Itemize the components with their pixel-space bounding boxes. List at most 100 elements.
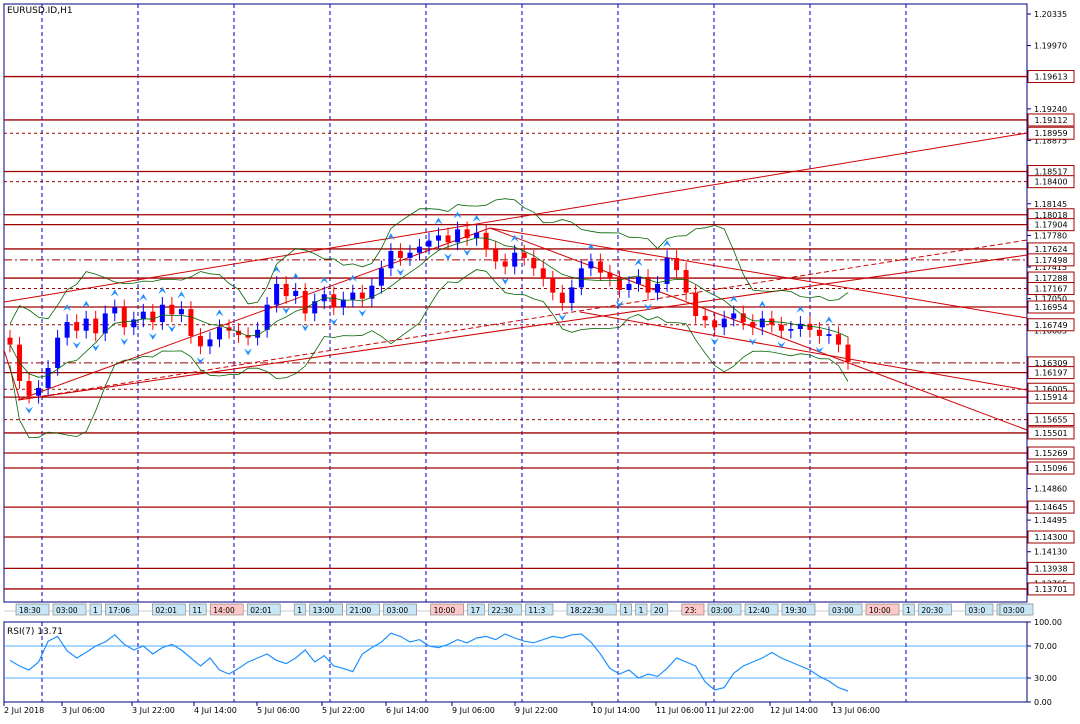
time-tag-label: 18:30 — [19, 606, 41, 615]
time-tag-label: 21:00 — [350, 606, 372, 615]
candle-body[interactable] — [359, 292, 365, 299]
candle-body[interactable] — [197, 335, 203, 347]
candle-body[interactable] — [140, 311, 146, 320]
fractal-down-marker — [25, 406, 34, 414]
trendline[interactable] — [489, 227, 1028, 319]
candle-body[interactable] — [578, 268, 584, 288]
candle-body[interactable] — [169, 304, 175, 315]
candle-body[interactable] — [455, 229, 461, 243]
candle-body[interactable] — [588, 261, 594, 269]
candle-body[interactable] — [597, 261, 603, 273]
candle-body[interactable] — [64, 322, 70, 338]
candle-body[interactable] — [540, 268, 546, 279]
candle-body[interactable] — [388, 251, 394, 269]
price-tick-label: 1.20335 — [1034, 10, 1067, 19]
candle-body[interactable] — [36, 387, 42, 396]
candle-body[interactable] — [655, 283, 661, 293]
candle-body[interactable] — [407, 252, 413, 258]
candle-body[interactable] — [521, 252, 527, 258]
candle-body[interactable] — [693, 292, 699, 316]
candle-body[interactable] — [302, 290, 308, 314]
candle-body[interactable] — [217, 327, 222, 340]
candle-body[interactable] — [835, 334, 841, 345]
fractal-down-marker — [301, 324, 310, 332]
time-axis-label: 3 Jul 22:00 — [132, 706, 175, 715]
candle-body[interactable] — [83, 318, 89, 331]
candle-body[interactable] — [350, 292, 356, 300]
candle-body[interactable] — [569, 287, 575, 303]
candle-body[interactable] — [188, 309, 194, 336]
fractal-up-marker — [291, 273, 300, 280]
candle-body[interactable] — [264, 304, 270, 330]
candle-body[interactable] — [531, 257, 537, 269]
candle-body[interactable] — [74, 322, 80, 331]
candle-body[interactable] — [845, 344, 851, 362]
candle-body[interactable] — [331, 294, 337, 308]
candle-body[interactable] — [112, 307, 118, 314]
trendline[interactable] — [579, 311, 1028, 391]
candle-body[interactable] — [750, 322, 756, 328]
candle-body[interactable] — [178, 309, 184, 315]
candle-body[interactable] — [816, 329, 822, 336]
candle-body[interactable] — [150, 311, 156, 323]
fractal-up-marker — [272, 266, 281, 274]
candle-body[interactable] — [445, 235, 451, 243]
candle-body[interactable] — [636, 277, 641, 284]
level-price-label: 1.18959 — [1034, 129, 1067, 138]
trendline[interactable] — [489, 227, 1028, 431]
fractal-up-marker — [824, 316, 833, 324]
candle-body[interactable] — [436, 235, 442, 241]
candle-body[interactable] — [159, 304, 165, 323]
candle-body[interactable] — [26, 381, 32, 396]
candle-body[interactable] — [55, 337, 61, 368]
candle-body[interactable] — [283, 283, 289, 297]
candle-body[interactable] — [483, 232, 489, 250]
level-price-label: 1.15501 — [1034, 429, 1067, 438]
candle-body[interactable] — [674, 257, 680, 271]
fractal-down-marker — [72, 341, 81, 349]
candle-body[interactable] — [626, 283, 632, 290]
candle-body[interactable] — [397, 251, 403, 258]
candle-body[interactable] — [826, 334, 832, 336]
candle-body[interactable] — [721, 318, 727, 328]
level-price-label: 1.17167 — [1034, 285, 1067, 294]
candle-body[interactable] — [474, 232, 480, 238]
candle-body[interactable] — [207, 339, 213, 347]
rsi-frame — [3, 621, 1028, 703]
candle-body[interactable] — [293, 290, 299, 297]
time-tag-label: 22:30 — [491, 606, 513, 615]
candle-body[interactable] — [559, 292, 565, 303]
candle-body[interactable] — [683, 270, 689, 293]
rsi-tick-label: 70.00 — [1034, 642, 1057, 651]
candle-body[interactable] — [464, 229, 470, 238]
candle-body[interactable] — [45, 368, 51, 388]
candle-body[interactable] — [7, 337, 13, 345]
candle-body[interactable] — [788, 329, 794, 331]
candle-body[interactable] — [702, 316, 708, 321]
candle-body[interactable] — [759, 318, 765, 328]
candle-body[interactable] — [550, 278, 556, 293]
candle-body[interactable] — [378, 268, 384, 286]
time-tag-label: 17:06 — [108, 606, 130, 615]
candle-body[interactable] — [607, 272, 613, 279]
candle-body[interactable] — [121, 307, 127, 328]
candle-body[interactable] — [731, 313, 737, 319]
time-tag-label: 03:0 — [968, 606, 985, 615]
candle-body[interactable] — [493, 249, 499, 262]
candle-body[interactable] — [712, 320, 718, 328]
candle-body[interactable] — [512, 252, 518, 267]
fractal-down-marker — [148, 332, 157, 340]
time-tag-label: 18:22:30 — [570, 606, 604, 615]
candle-body[interactable] — [416, 246, 422, 253]
time-tag-label: 1 — [906, 606, 911, 615]
candle-body[interactable] — [778, 324, 784, 331]
candle-body[interactable] — [93, 318, 99, 334]
candle-body[interactable] — [502, 261, 508, 267]
candle-body[interactable] — [274, 283, 280, 305]
fractal-down-marker — [710, 338, 719, 346]
mt4-chart-window[interactable]: 1.20335 1.19970 1.19240 1.18875 1.18145 1.177… — [0, 0, 1080, 720]
candle-body[interactable] — [426, 240, 432, 247]
level-price-label: 1.16954 — [1034, 303, 1067, 312]
chart-canvas[interactable]: 1.203351.199701.192401.188751.181451.177… — [0, 0, 1080, 720]
time-tag-label: 10:00 — [434, 606, 456, 615]
